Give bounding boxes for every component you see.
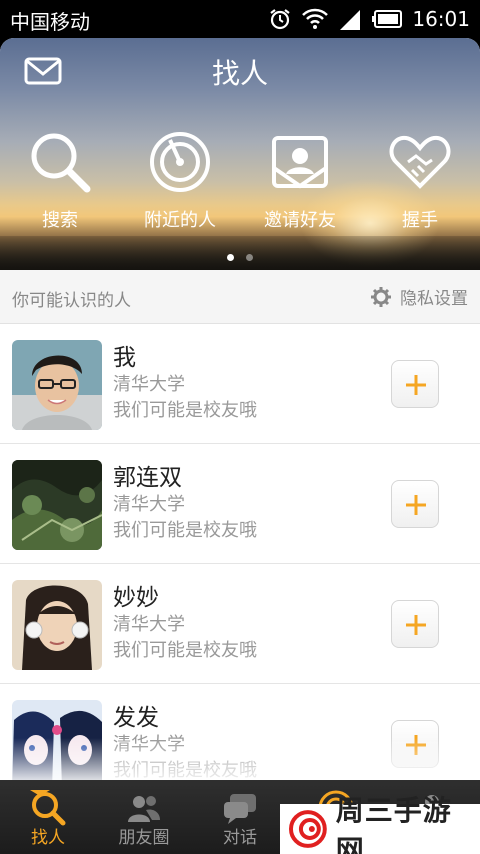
list-item[interactable]: 郭连双 清华大学 我们可能是校友哦 bbox=[0, 444, 480, 564]
watermark-text: 周三手游网 bbox=[335, 794, 452, 854]
carrier-name: 中国移动 bbox=[10, 10, 90, 34]
suggestions-header: 你可能认识的人 隐私设置 bbox=[0, 270, 480, 324]
handshake-heart-icon bbox=[389, 135, 451, 189]
feature-label: 邀请好友 bbox=[264, 210, 336, 231]
watermark-logo-icon bbox=[288, 810, 327, 848]
person-note: 我们可能是校友哦 bbox=[113, 760, 257, 780]
person-school: 清华大学 bbox=[113, 494, 185, 515]
invite-card-icon bbox=[272, 136, 328, 189]
watermark: 周三手游网 bbox=[280, 794, 480, 854]
main-card: 找人 搜索 附近的人 邀请好友 握手 你可能认识的人 隐私设置 我 清华大学 我… bbox=[0, 38, 480, 780]
feature-invite[interactable]: 邀请好友 bbox=[240, 130, 360, 232]
feature-label: 搜索 bbox=[42, 210, 78, 231]
gear-icon bbox=[371, 286, 391, 307]
tab-label: 朋友圈 bbox=[118, 828, 170, 848]
person-note: 我们可能是校友哦 bbox=[113, 520, 257, 541]
avatar[interactable] bbox=[12, 340, 102, 430]
list-item[interactable]: 发发 清华大学 我们可能是校友哦 bbox=[0, 684, 480, 780]
status-bar: 中国移动 16:01 bbox=[0, 0, 480, 38]
avatar[interactable] bbox=[12, 460, 102, 550]
privacy-settings-label: 隐私设置 bbox=[400, 289, 468, 309]
list-item[interactable]: 妙妙 清华大学 我们可能是校友哦 bbox=[0, 564, 480, 684]
add-friend-button[interactable] bbox=[391, 600, 439, 648]
tab-moments[interactable]: 朋友圈 bbox=[96, 780, 192, 854]
battery-icon bbox=[372, 10, 403, 28]
section-title: 你可能认识的人 bbox=[12, 291, 131, 311]
wifi-icon bbox=[302, 8, 329, 29]
feature-handshake[interactable]: 握手 bbox=[360, 130, 480, 232]
person-school: 清华大学 bbox=[113, 614, 185, 635]
plus-icon bbox=[406, 495, 426, 515]
add-friend-button[interactable] bbox=[391, 720, 439, 768]
page-title: 找人 bbox=[211, 57, 268, 90]
add-friend-button[interactable] bbox=[391, 360, 439, 408]
feature-label: 握手 bbox=[402, 210, 438, 231]
person-name: 发发 bbox=[113, 705, 159, 731]
person-school: 清华大学 bbox=[113, 734, 185, 755]
privacy-settings-button[interactable]: 隐私设置 bbox=[370, 284, 468, 309]
person-name: 郭连双 bbox=[113, 465, 182, 491]
plus-icon bbox=[406, 375, 426, 395]
search-icon bbox=[32, 792, 66, 826]
list-item[interactable]: 我 清华大学 我们可能是校友哦 bbox=[0, 324, 480, 444]
plus-icon bbox=[406, 615, 426, 635]
page-dot-active bbox=[227, 254, 235, 261]
tab-label: 找人 bbox=[31, 828, 65, 848]
hero-banner: 找人 搜索 附近的人 邀请好友 握手 bbox=[0, 38, 480, 270]
radar-icon bbox=[150, 132, 210, 192]
person-name: 妙妙 bbox=[113, 585, 159, 611]
feature-search[interactable]: 搜索 bbox=[0, 130, 120, 232]
alarm-icon bbox=[270, 9, 291, 30]
person-name: 我 bbox=[113, 345, 136, 371]
feature-label: 附近的人 bbox=[144, 210, 216, 231]
avatar[interactable] bbox=[12, 580, 102, 670]
avatar[interactable] bbox=[12, 700, 102, 780]
person-school: 清华大学 bbox=[113, 374, 185, 395]
status-icons: 16:01 bbox=[268, 5, 470, 33]
tab-find-people[interactable]: 找人 bbox=[0, 780, 96, 854]
people-list: 我 清华大学 我们可能是校友哦 郭连双 清华大学 我们可能是校友哦 妙妙 清华大… bbox=[0, 324, 480, 780]
plus-icon bbox=[406, 735, 426, 755]
chat-bubble-icon bbox=[224, 794, 256, 824]
feature-nearby[interactable]: 附近的人 bbox=[120, 130, 240, 232]
tab-label: 对话 bbox=[223, 828, 257, 848]
people-icon bbox=[128, 796, 160, 822]
person-note: 我们可能是校友哦 bbox=[113, 400, 257, 421]
page-indicator bbox=[0, 246, 480, 265]
add-friend-button[interactable] bbox=[391, 480, 439, 528]
person-note: 我们可能是校友哦 bbox=[113, 640, 257, 661]
signal-icon bbox=[340, 10, 361, 30]
clock: 16:01 bbox=[412, 7, 470, 31]
search-icon bbox=[31, 133, 91, 193]
tab-chats[interactable]: 对话 bbox=[192, 780, 288, 854]
page-dot bbox=[245, 254, 253, 261]
